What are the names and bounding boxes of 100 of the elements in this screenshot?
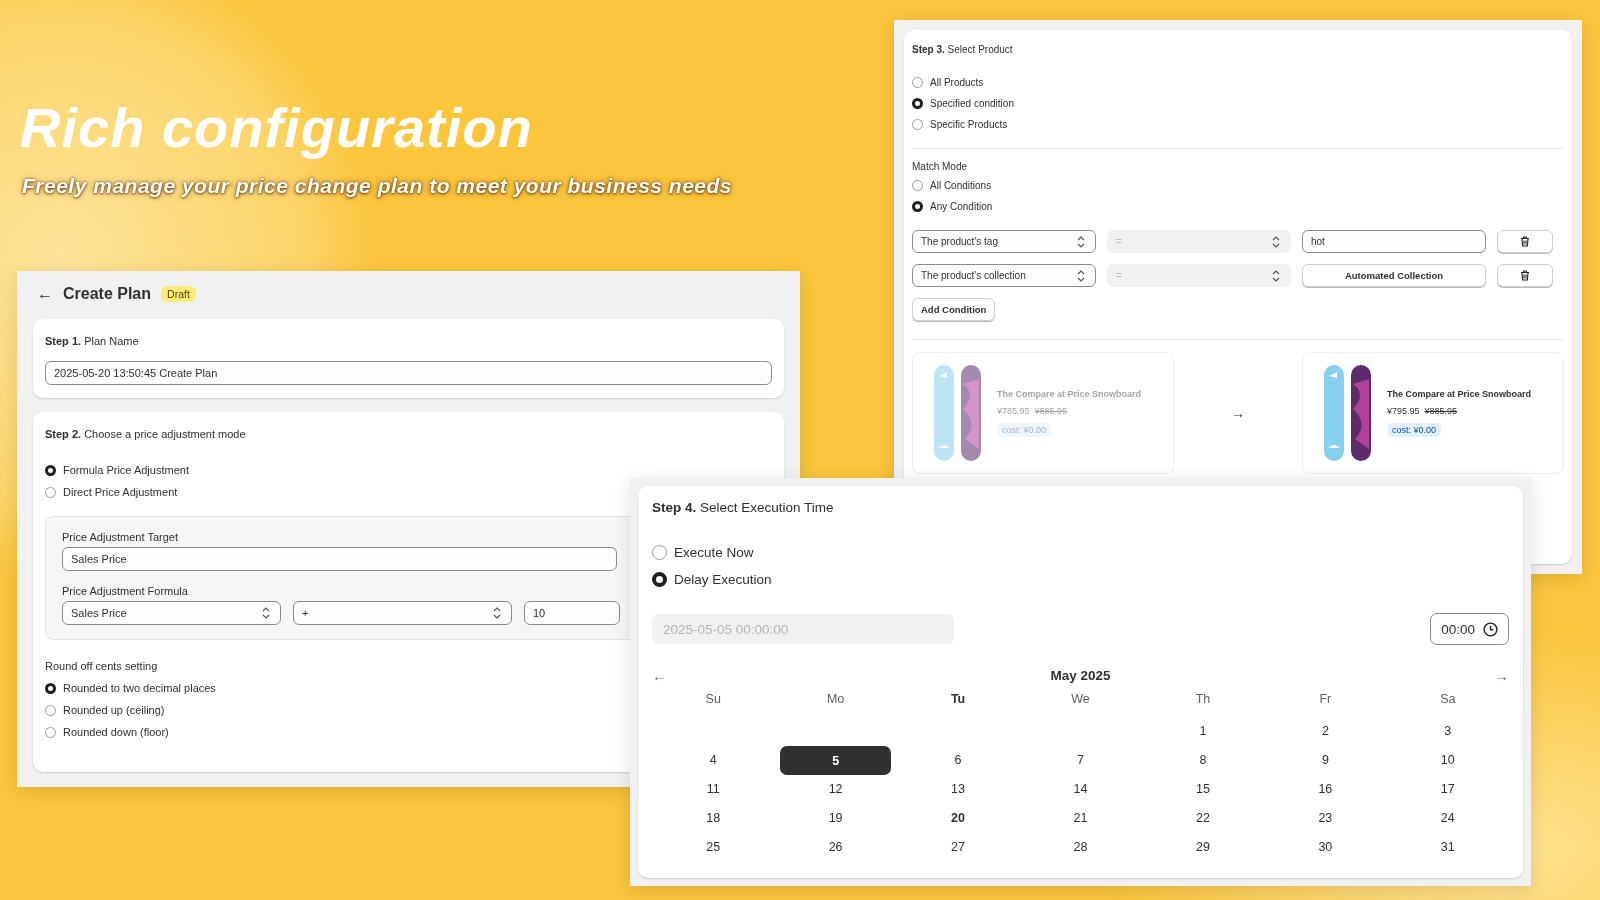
radio-label: Delay Execution bbox=[674, 572, 772, 587]
calendar-day[interactable]: 31 bbox=[1392, 835, 1503, 859]
step-title: Step 3. Select Product bbox=[912, 44, 1014, 55]
add-condition-button[interactable]: Add Condition bbox=[912, 298, 996, 321]
plan-name-field[interactable]: 2025-05-20 13:50:45 Create Plan bbox=[45, 361, 772, 385]
radio-label: Specified condition bbox=[930, 98, 1014, 109]
chevron-icon bbox=[491, 606, 503, 620]
weekday-label: Tu bbox=[949, 691, 967, 708]
calendar-day[interactable]: 19 bbox=[780, 806, 891, 830]
radio-label: Execute Now bbox=[674, 545, 754, 560]
calendar-day[interactable]: 1 bbox=[1147, 719, 1259, 743]
select-field[interactable]: + bbox=[293, 601, 512, 625]
collection-button[interactable]: Automated Collection bbox=[1302, 264, 1486, 287]
radio-button[interactable] bbox=[45, 682, 56, 694]
month-title: May 2025 bbox=[1050, 668, 1111, 683]
product-price: ¥785.95 bbox=[997, 406, 1030, 416]
section-label: Match Mode bbox=[912, 161, 969, 172]
chevron-icon bbox=[1270, 234, 1282, 249]
status-badge: Draft bbox=[161, 286, 196, 302]
calendar-day[interactable]: 14 bbox=[1025, 777, 1136, 801]
calendar-day[interactable]: 25 bbox=[658, 835, 769, 859]
weekday-label: Su bbox=[704, 691, 722, 708]
radio-label: Rounded up (ceiling) bbox=[63, 704, 165, 716]
section-label: Round off cents setting bbox=[45, 660, 158, 672]
delete-button[interactable] bbox=[1497, 264, 1553, 287]
radio-button[interactable] bbox=[652, 545, 667, 560]
calendar-day[interactable]: 22 bbox=[1147, 806, 1259, 830]
radio-button[interactable] bbox=[45, 726, 56, 738]
previous-month-button[interactable]: ← bbox=[652, 667, 667, 684]
delete-button[interactable] bbox=[1497, 230, 1553, 253]
weekday-label: Mo bbox=[825, 691, 846, 708]
trash-icon bbox=[1520, 236, 1530, 247]
weekday-label: We bbox=[1070, 691, 1091, 708]
select-field[interactable]: The product's collection bbox=[912, 264, 1096, 287]
calendar-day[interactable]: 6 bbox=[902, 748, 1014, 772]
radio-button[interactable] bbox=[912, 119, 923, 130]
field-label: Price Adjustment Target bbox=[62, 531, 179, 543]
step-title: Step 1. Plan Name bbox=[45, 335, 140, 347]
calendar-day[interactable]: 8 bbox=[1147, 748, 1259, 772]
calendar-day[interactable]: 2 bbox=[1270, 719, 1381, 743]
page-title: Create Plan bbox=[63, 285, 152, 303]
calendar-day[interactable]: 11 bbox=[658, 777, 769, 801]
radio-button[interactable] bbox=[912, 201, 923, 212]
cost-badge: cost: ¥0.00 bbox=[1387, 423, 1442, 437]
calendar-day[interactable]: 9 bbox=[1270, 748, 1381, 772]
radio-label: Direct Price Adjustment bbox=[63, 486, 178, 498]
time-field[interactable]: 00:00 bbox=[1430, 613, 1509, 645]
radio-button[interactable] bbox=[912, 98, 923, 109]
calendar-day[interactable]: 4 bbox=[658, 748, 769, 772]
chevron-icon bbox=[1075, 234, 1087, 249]
radio-button[interactable] bbox=[45, 486, 56, 498]
target-field[interactable]: Sales Price bbox=[62, 547, 617, 571]
calendar-day[interactable]: 21 bbox=[1025, 806, 1136, 830]
calendar-day[interactable]: 17 bbox=[1392, 777, 1503, 801]
weekday-label: Th bbox=[1194, 691, 1212, 708]
compare-price: ¥885.95 bbox=[1424, 406, 1458, 416]
calendar-day[interactable]: 30 bbox=[1270, 835, 1381, 859]
radio-label: Rounded to two decimal places bbox=[63, 682, 216, 694]
calendar-day[interactable]: 29 bbox=[1147, 835, 1259, 859]
product-price: ¥795.95 bbox=[1387, 406, 1420, 416]
weekday-label: Sa bbox=[1439, 691, 1457, 708]
input-field[interactable]: 10 bbox=[524, 601, 620, 625]
product-name: The Compare at Price Snowboard bbox=[1387, 389, 1532, 399]
radio-button[interactable] bbox=[45, 704, 56, 716]
calendar-day[interactable]: 18 bbox=[658, 806, 769, 830]
select-field[interactable]: The product's tag bbox=[912, 230, 1096, 253]
calendar-day[interactable]: 23 bbox=[1270, 806, 1381, 830]
calendar-day[interactable]: 3 bbox=[1392, 719, 1503, 743]
next-month-button[interactable]: → bbox=[1494, 667, 1509, 684]
value-field[interactable]: hot bbox=[1302, 230, 1486, 253]
radio-label: Formula Price Adjustment bbox=[63, 464, 189, 476]
calendar-day[interactable]: 20 bbox=[902, 806, 1014, 830]
calendar-day[interactable]: 28 bbox=[1025, 835, 1136, 859]
calendar-day[interactable]: 15 bbox=[1147, 777, 1259, 801]
radio-button[interactable] bbox=[652, 572, 667, 587]
chevron-icon bbox=[1075, 268, 1087, 283]
weekday-label: Fr bbox=[1318, 691, 1333, 708]
compare-price: ¥885.95 bbox=[1034, 406, 1068, 416]
radio-label: All Products bbox=[930, 77, 984, 88]
calendar-day[interactable]: 10 bbox=[1392, 748, 1503, 772]
radio-label: All Conditions bbox=[930, 180, 992, 191]
hero-subtitle: Freely manage your price change plan to meet your business needs bbox=[22, 174, 733, 198]
calendar-day[interactable]: 27 bbox=[902, 835, 1014, 859]
radio-button[interactable] bbox=[912, 77, 923, 88]
radio-button[interactable] bbox=[912, 180, 923, 191]
back-button[interactable]: ← bbox=[37, 285, 53, 303]
arrow-text: → bbox=[1230, 405, 1246, 421]
calendar-day[interactable]: 5 bbox=[780, 746, 891, 775]
hero-title: Rich configuration bbox=[20, 95, 534, 160]
cost-badge: cost: ¥0.00 bbox=[997, 423, 1052, 437]
calendar-day[interactable]: 24 bbox=[1392, 806, 1503, 830]
calendar-day[interactable]: 12 bbox=[780, 777, 891, 801]
calendar-day[interactable]: 26 bbox=[780, 835, 891, 859]
step-title: Step 4. Select Execution Time bbox=[652, 500, 835, 515]
calendar-day[interactable]: 13 bbox=[902, 777, 1014, 801]
select-field[interactable]: Sales Price bbox=[62, 601, 281, 625]
calendar-day[interactable]: 16 bbox=[1270, 777, 1381, 801]
radio-button[interactable] bbox=[45, 464, 56, 476]
radio-label: Any Condition bbox=[930, 201, 993, 212]
calendar-day[interactable]: 7 bbox=[1025, 748, 1136, 772]
